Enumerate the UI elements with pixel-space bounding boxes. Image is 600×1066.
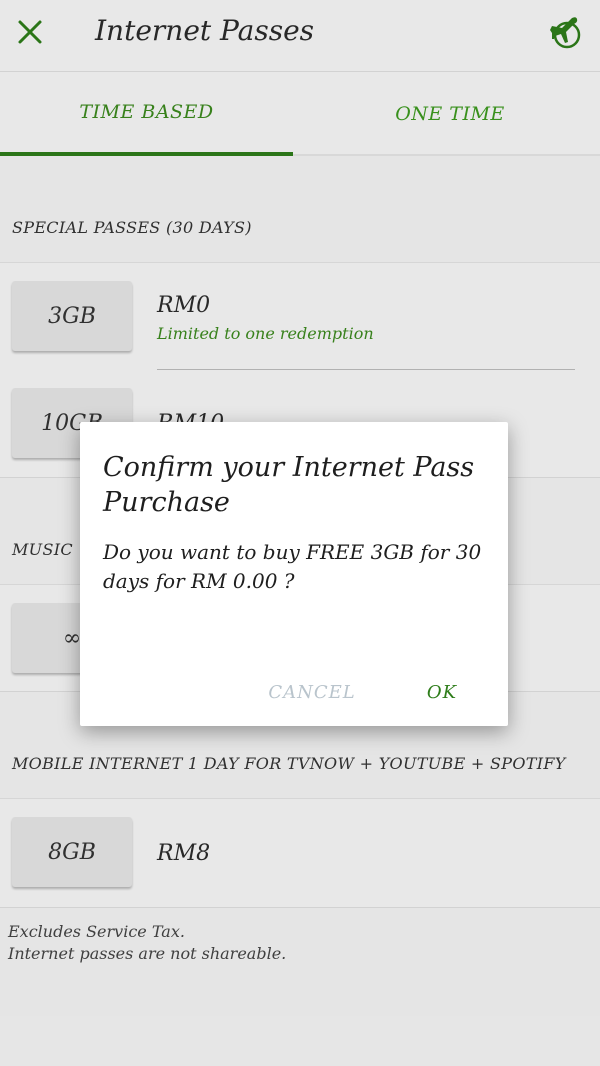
ok-button[interactable]: OK [420,674,464,710]
dialog-title: Confirm your Internet Pass Purchase [103,452,475,518]
dialog-message: Do you want to buy FREE 3GB for 30 days … [103,540,482,593]
confirm-dialog: Confirm your Internet Pass Purchase Do y… [80,422,508,726]
cancel-button[interactable]: CANCEL [268,674,354,710]
